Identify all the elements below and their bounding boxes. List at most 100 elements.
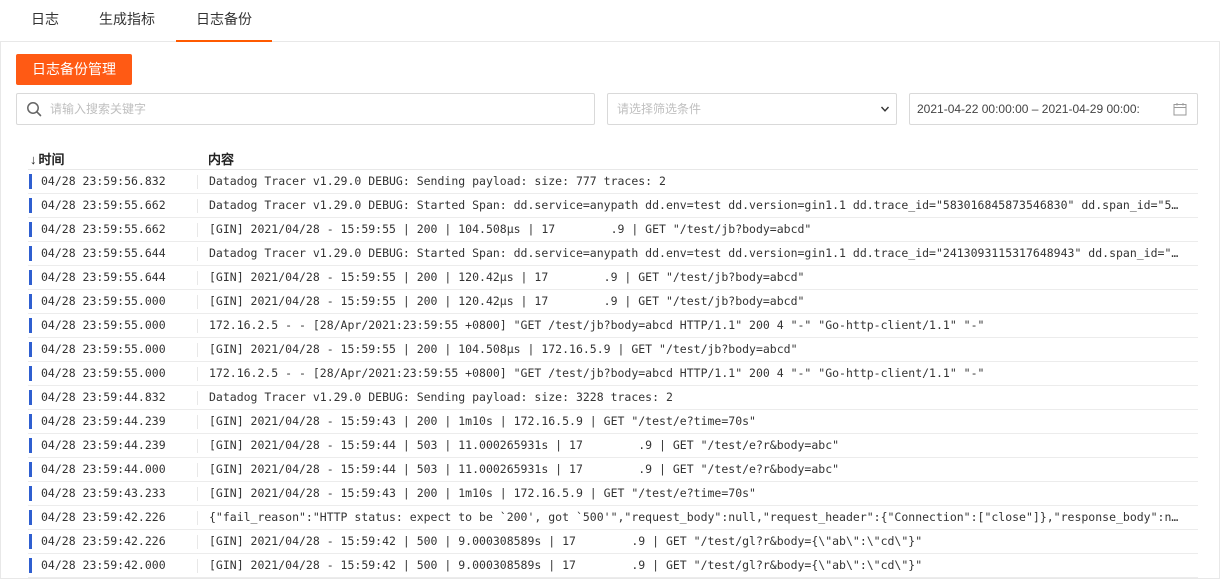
log-content: [GIN] 2021/04/28 - 15:59:43 | 200 | 1m10… bbox=[209, 414, 756, 428]
log-row[interactable]: 04/28 23:59:56.832 Datadog Tracer v1.29.0… bbox=[28, 170, 1198, 194]
column-divider bbox=[197, 463, 198, 477]
column-divider bbox=[197, 367, 198, 381]
date-range-value: 2021-04-22 00:00:00 – 2021-04-29 00:00: bbox=[917, 102, 1140, 116]
column-divider bbox=[197, 319, 198, 333]
log-content: [GIN] 2021/04/28 - 15:59:55 | 200 | 120.… bbox=[209, 294, 805, 308]
log-content: [GIN] 2021/04/28 - 15:59:43 | 200 | 1m10… bbox=[209, 486, 756, 500]
log-level-marker bbox=[29, 222, 32, 237]
log-time: 04/28 23:59:55.662 bbox=[41, 198, 166, 212]
log-backup-manage-button[interactable]: 日志备份管理 bbox=[16, 54, 132, 85]
log-content: [GIN] 2021/04/28 - 15:59:42 | 500 | 9.00… bbox=[209, 534, 923, 548]
log-content: 172.16.2.5 - - [28/Apr/2021:23:59:55 +08… bbox=[209, 318, 985, 332]
log-row[interactable]: 04/28 23:59:55.000 172.16.2.5 - - [28/Apr… bbox=[28, 314, 1198, 338]
search-icon bbox=[27, 102, 42, 117]
log-level-marker bbox=[29, 558, 32, 573]
log-level-marker bbox=[29, 198, 32, 213]
log-content: Datadog Tracer v1.29.0 DEBUG: Sending pa… bbox=[209, 390, 673, 404]
column-divider bbox=[197, 487, 198, 501]
log-content: [GIN] 2021/04/28 - 15:59:42 | 500 | 9.00… bbox=[209, 558, 923, 572]
sort-desc-icon[interactable]: ↓ bbox=[30, 152, 37, 167]
filter-placeholder: 请选择筛选条件 bbox=[617, 102, 702, 116]
log-level-marker bbox=[29, 342, 32, 357]
log-content: [GIN] 2021/04/28 - 15:59:55 | 200 | 120.… bbox=[209, 270, 805, 284]
log-time: 04/28 23:59:43.233 bbox=[41, 486, 166, 500]
log-level-marker bbox=[29, 390, 32, 405]
tab-logs[interactable]: 日志 bbox=[18, 0, 72, 42]
log-content: Datadog Tracer v1.29.0 DEBUG: Started Sp… bbox=[209, 246, 1184, 260]
column-divider bbox=[197, 343, 198, 357]
search-placeholder: 请输入搜索关键字 bbox=[50, 102, 147, 116]
log-level-marker bbox=[29, 510, 32, 525]
log-time: 04/28 23:59:55.662 bbox=[41, 222, 166, 236]
filter-select[interactable]: 请选择筛选条件 bbox=[607, 93, 897, 125]
log-level-marker bbox=[29, 438, 32, 453]
log-row[interactable]: 04/28 23:59:42.226 [GIN] 2021/04/28 - 15:… bbox=[28, 530, 1198, 554]
log-row[interactable]: 04/28 23:59:43.233 [GIN] 2021/04/28 - 15:… bbox=[28, 482, 1198, 506]
tab-generate-metrics[interactable]: 生成指标 bbox=[84, 0, 170, 42]
column-divider bbox=[197, 271, 198, 285]
tab-log-backup[interactable]: 日志备份 bbox=[176, 0, 272, 42]
log-row[interactable]: 04/28 23:59:55.662 Datadog Tracer v1.29.0… bbox=[28, 194, 1198, 218]
log-level-marker bbox=[29, 318, 32, 333]
log-content: [GIN] 2021/04/28 - 15:59:44 | 503 | 11.0… bbox=[209, 462, 840, 476]
date-range-picker[interactable]: 2021-04-22 00:00:00 – 2021-04-29 00:00: bbox=[909, 93, 1198, 125]
log-content: [GIN] 2021/04/28 - 15:59:44 | 503 | 11.0… bbox=[209, 438, 840, 452]
log-time: 04/28 23:59:55.644 bbox=[41, 270, 166, 284]
log-time: 04/28 23:59:42.226 bbox=[41, 510, 166, 524]
column-divider bbox=[197, 559, 198, 573]
column-divider bbox=[197, 223, 198, 237]
calendar-icon bbox=[1173, 103, 1187, 116]
log-row[interactable]: 04/28 23:59:55.000 [GIN] 2021/04/28 - 15:… bbox=[28, 290, 1198, 314]
log-row[interactable]: 04/28 23:59:44.832 Datadog Tracer v1.29.0… bbox=[28, 386, 1198, 410]
column-divider bbox=[197, 511, 198, 525]
column-divider bbox=[197, 415, 198, 429]
column-divider bbox=[197, 175, 198, 189]
log-level-marker bbox=[29, 366, 32, 381]
log-row[interactable]: 04/28 23:59:55.000 [GIN] 2021/04/28 - 15:… bbox=[28, 338, 1198, 362]
log-row[interactable]: 04/28 23:59:42.226 {"fail_reason":"HTTP s… bbox=[28, 506, 1198, 530]
log-row[interactable]: 04/28 23:59:55.644 [GIN] 2021/04/28 - 15:… bbox=[28, 266, 1198, 290]
log-row[interactable]: 04/28 23:59:44.239 [GIN] 2021/04/28 - 15:… bbox=[28, 434, 1198, 458]
log-row[interactable]: 04/28 23:59:55.644 Datadog Tracer v1.29.0… bbox=[28, 242, 1198, 266]
column-time-label: 时间 bbox=[38, 152, 65, 167]
log-row[interactable]: 04/28 23:59:44.239 [GIN] 2021/04/28 - 15:… bbox=[28, 410, 1198, 434]
log-content: [GIN] 2021/04/28 - 15:59:55 | 200 | 104.… bbox=[209, 222, 812, 236]
column-divider bbox=[197, 439, 198, 453]
log-time: 04/28 23:59:42.226 bbox=[41, 534, 166, 548]
log-row[interactable]: 04/28 23:59:55.662 [GIN] 2021/04/28 - 15:… bbox=[28, 218, 1198, 242]
column-header-content: 内容 bbox=[208, 152, 235, 167]
log-row[interactable]: 04/28 23:59:44.000 [GIN] 2021/04/28 - 15:… bbox=[28, 458, 1198, 482]
log-level-marker bbox=[29, 174, 32, 189]
log-table-body: 04/28 23:59:56.832 Datadog Tracer v1.29.0… bbox=[28, 170, 1198, 578]
log-level-marker bbox=[29, 414, 32, 429]
log-content: Datadog Tracer v1.29.0 DEBUG: Started Sp… bbox=[209, 198, 1184, 212]
chevron-down-icon bbox=[880, 106, 890, 112]
log-time: 04/28 23:59:56.832 bbox=[41, 174, 166, 188]
log-content: 172.16.2.5 - - [28/Apr/2021:23:59:55 +08… bbox=[209, 366, 985, 380]
log-row[interactable]: 04/28 23:59:55.000 172.16.2.5 - - [28/Apr… bbox=[28, 362, 1198, 386]
log-table-header: ↓ 时间 内容 bbox=[28, 146, 1198, 170]
log-content: [GIN] 2021/04/28 - 15:59:55 | 200 | 104.… bbox=[209, 342, 798, 356]
column-divider bbox=[197, 295, 198, 309]
log-time: 04/28 23:59:55.000 bbox=[41, 366, 166, 380]
tab-bar: 日志 生成指标 日志备份 bbox=[0, 0, 1220, 42]
log-time: 04/28 23:59:44.239 bbox=[41, 414, 166, 428]
log-level-marker bbox=[29, 246, 32, 261]
log-time: 04/28 23:59:44.239 bbox=[41, 438, 166, 452]
log-time: 04/28 23:59:44.000 bbox=[41, 462, 166, 476]
column-divider bbox=[197, 247, 198, 261]
log-time: 04/28 23:59:44.832 bbox=[41, 390, 166, 404]
log-time: 04/28 23:59:55.000 bbox=[41, 342, 166, 356]
search-input[interactable]: 请输入搜索关键字 bbox=[16, 93, 595, 125]
log-level-marker bbox=[29, 486, 32, 501]
column-divider bbox=[197, 199, 198, 213]
log-level-marker bbox=[29, 462, 32, 477]
log-time: 04/28 23:59:55.000 bbox=[41, 294, 166, 308]
log-level-marker bbox=[29, 534, 32, 549]
log-time: 04/28 23:59:42.000 bbox=[41, 558, 166, 572]
log-time: 04/28 23:59:55.000 bbox=[41, 318, 166, 332]
log-level-marker bbox=[29, 294, 32, 309]
log-time: 04/28 23:59:55.644 bbox=[41, 246, 166, 260]
log-row[interactable]: 04/28 23:59:42.000 [GIN] 2021/04/28 - 15:… bbox=[28, 554, 1198, 578]
column-header-time[interactable]: ↓ 时间 bbox=[30, 149, 65, 168]
